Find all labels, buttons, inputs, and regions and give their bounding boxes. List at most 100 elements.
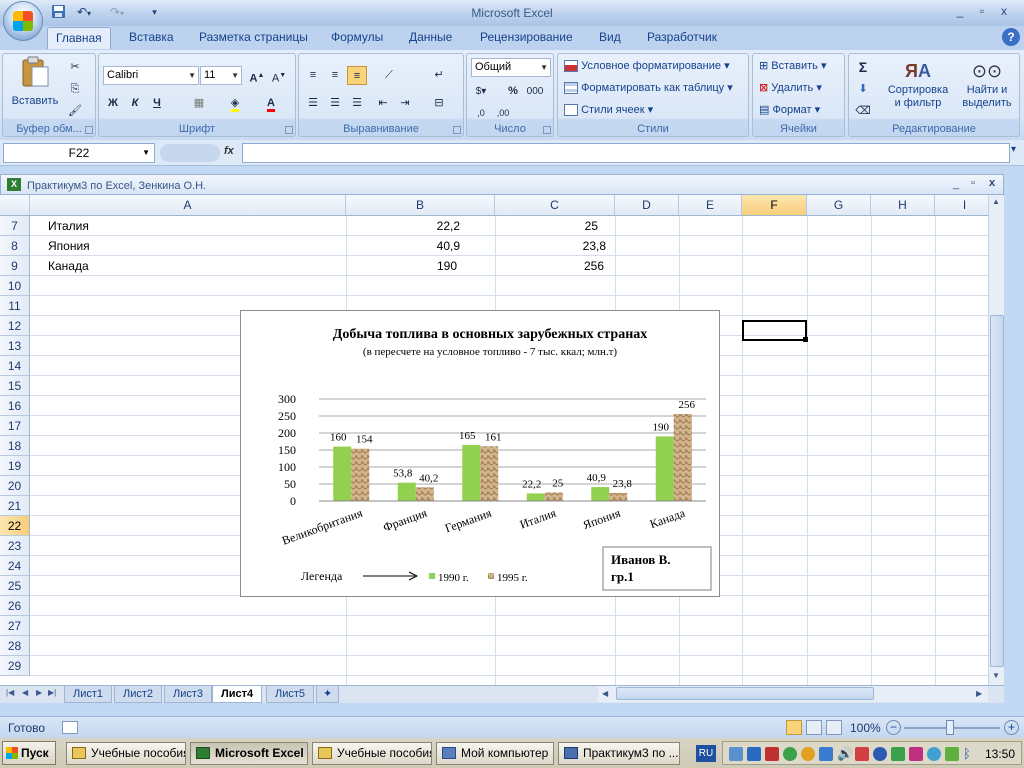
row-header[interactable]: 20 (0, 476, 30, 496)
percent-button[interactable]: % (503, 82, 523, 101)
font-name-select[interactable]: Calibri ▼ (103, 66, 199, 85)
column-header-g[interactable]: G (807, 195, 871, 216)
row-header-selected[interactable]: 22 (0, 516, 30, 536)
orientation-icon[interactable]: ⟋ (379, 66, 399, 85)
row-header[interactable]: 28 (0, 636, 30, 656)
cell-b7[interactable]: 22,2 (346, 216, 460, 236)
workbook-minimize-button[interactable]: _ (953, 178, 959, 190)
align-middle-icon[interactable]: ≡ (325, 66, 345, 85)
tray-app-icon[interactable] (819, 747, 833, 761)
row-header[interactable]: 16 (0, 396, 30, 416)
decrease-decimal-icon[interactable]: ,00 (493, 104, 513, 123)
page-break-view-icon[interactable] (826, 720, 842, 735)
task-folder-2[interactable]: Учебные пособия (312, 742, 432, 765)
zoom-level[interactable]: 100% (850, 721, 881, 735)
autosum-icon[interactable]: Σ (853, 58, 873, 77)
cell-a7[interactable]: Италия (48, 216, 89, 236)
tab-data[interactable]: Данные (409, 30, 452, 44)
row-header[interactable]: 23 (0, 536, 30, 556)
cell-c9[interactable]: 256 (495, 256, 604, 276)
sheet-tab-1[interactable]: Лист1 (64, 686, 113, 703)
shrink-font-icon[interactable]: A▼ (269, 66, 289, 85)
clear-icon[interactable]: ⌫ (853, 102, 873, 121)
row-header[interactable]: 7 (0, 216, 30, 236)
grow-font-icon[interactable]: A▲ (247, 66, 267, 85)
insert-cells-button[interactable]: ⊞ Вставить ▾ (759, 58, 827, 74)
tab-review[interactable]: Рецензирование (480, 30, 573, 44)
row-header[interactable]: 26 (0, 596, 30, 616)
copy-icon[interactable]: ⎘ (65, 80, 85, 99)
column-header-a[interactable]: A (30, 195, 346, 216)
row-header[interactable]: 9 (0, 256, 30, 276)
tab-home[interactable]: Главная (47, 27, 111, 49)
wrap-text-icon[interactable]: ↵ (429, 66, 449, 85)
row-header[interactable]: 8 (0, 236, 30, 256)
redo-icon[interactable]: ↷▾ (104, 4, 130, 21)
format-painter-icon[interactable]: 🖌 (65, 102, 85, 121)
align-left-icon[interactable]: ☰ (303, 94, 323, 113)
sheet-tab-5[interactable]: Лист5 (266, 686, 315, 703)
tray-app-icon[interactable] (891, 747, 905, 761)
task-folder-1[interactable]: Учебные пособия (66, 742, 186, 765)
cell-a9[interactable]: Канада (48, 256, 89, 276)
tray-app-icon[interactable] (747, 747, 761, 761)
horizontal-scrollbar[interactable]: ◀ ▶ (598, 686, 988, 702)
italic-button[interactable]: К (125, 94, 145, 113)
format-cells-button[interactable]: ▤ Формат ▾ (759, 102, 820, 118)
sheet-tab-3[interactable]: Лист3 (164, 686, 213, 703)
embedded-chart[interactable]: Добыча топлива в основных зарубежных стр… (240, 310, 720, 597)
undo-icon[interactable]: ↶▾ (71, 4, 97, 21)
row-header[interactable]: 11 (0, 296, 30, 316)
column-header-b[interactable]: B (346, 195, 495, 216)
maximize-button[interactable]: ▫ (972, 3, 992, 19)
start-button[interactable]: Пуск (2, 741, 56, 765)
tray-app-icon[interactable] (801, 747, 815, 761)
tray-app-icon[interactable] (729, 747, 743, 761)
normal-view-icon[interactable] (786, 720, 802, 735)
macro-record-icon[interactable] (62, 721, 78, 734)
minimize-button[interactable]: _ (950, 3, 970, 19)
tray-app-icon[interactable] (765, 747, 779, 761)
font-color-icon[interactable]: A (261, 94, 281, 113)
close-button[interactable]: x (994, 3, 1014, 19)
insert-sheet-icon[interactable]: ✦ (316, 686, 340, 703)
row-header[interactable]: 12 (0, 316, 30, 336)
cell-c8[interactable]: 23,8 (495, 236, 606, 256)
horizontal-scroll-thumb[interactable] (616, 687, 874, 700)
column-header-e[interactable]: E (679, 195, 742, 216)
row-header[interactable]: 15 (0, 376, 30, 396)
increase-indent-icon[interactable]: ⇥ (395, 94, 415, 113)
tab-formulas[interactable]: Формулы (331, 30, 383, 44)
row-header[interactable]: 24 (0, 556, 30, 576)
delete-cells-button[interactable]: ⊠ Удалить ▾ (759, 80, 822, 96)
cut-icon[interactable]: ✂ (65, 58, 85, 77)
row-header[interactable]: 13 (0, 336, 30, 356)
next-sheet-icon[interactable]: ▶ (36, 688, 42, 697)
clipboard-launcher-icon[interactable] (85, 126, 93, 134)
row-header[interactable]: 19 (0, 456, 30, 476)
cell-b8[interactable]: 40,9 (346, 236, 460, 256)
bold-button[interactable]: Ж (103, 94, 123, 113)
customize-qat-icon[interactable]: ▾ (146, 4, 163, 21)
tray-app-icon[interactable] (873, 747, 887, 761)
fill-icon[interactable]: ⬇ (853, 80, 873, 99)
scroll-right-icon[interactable]: ▶ (976, 689, 982, 698)
scroll-up-icon[interactable]: ▲ (992, 197, 1000, 206)
cell-styles-button[interactable]: Стили ячеек ▾ (564, 102, 653, 118)
align-center-icon[interactable]: ☰ (325, 94, 345, 113)
tray-app-icon[interactable] (909, 747, 923, 761)
formula-input[interactable] (242, 143, 1010, 163)
borders-icon[interactable]: ▦ (189, 94, 209, 113)
column-header-h[interactable]: H (871, 195, 935, 216)
paste-button[interactable]: Вставить (9, 56, 61, 112)
vertical-scrollbar[interactable]: ▲ ▼ (988, 195, 1004, 685)
row-header[interactable]: 25 (0, 576, 30, 596)
align-right-icon[interactable]: ☰ (347, 94, 367, 113)
row-header[interactable]: 18 (0, 436, 30, 456)
row-header[interactable]: 27 (0, 616, 30, 636)
zoom-in-icon[interactable]: + (1004, 720, 1019, 735)
increase-decimal-icon[interactable]: ,0 (471, 104, 491, 123)
font-size-select[interactable]: 11 ▼ (200, 66, 242, 85)
active-cell-f22[interactable] (742, 320, 807, 341)
expand-formula-bar-icon[interactable]: ▾ (1011, 144, 1016, 155)
